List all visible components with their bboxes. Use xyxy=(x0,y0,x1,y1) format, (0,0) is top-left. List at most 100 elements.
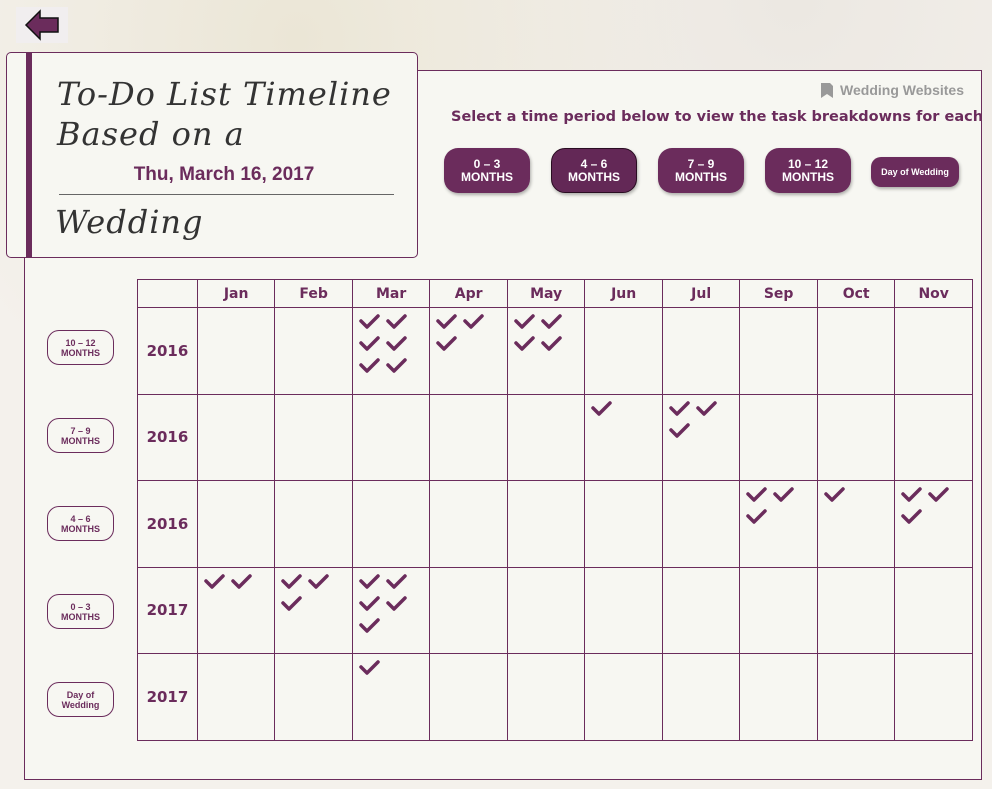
row-period-button-2[interactable]: 4 – 6 MONTHS xyxy=(47,506,114,541)
month-cell xyxy=(584,307,663,395)
row-label-line1: 0 – 3 xyxy=(70,601,91,612)
month-cell xyxy=(274,307,353,395)
row-label-line1: 4 – 6 xyxy=(70,513,91,524)
month-cell xyxy=(894,307,973,395)
row-period-button-1[interactable]: 7 – 9 MONTHS xyxy=(47,418,114,453)
checkmark-icon xyxy=(514,336,535,351)
month-cell xyxy=(816,480,896,568)
checkmark-icon xyxy=(669,400,690,416)
checkmark-icon xyxy=(901,509,923,524)
row-period-button-0[interactable]: 10 – 12 MONTHS xyxy=(47,330,114,365)
check-group xyxy=(436,314,492,352)
checkmark-icon xyxy=(359,336,380,351)
month-header: Apr xyxy=(429,279,508,308)
month-cell xyxy=(274,653,353,741)
checkmark-icon xyxy=(231,573,252,589)
month-cell xyxy=(894,393,973,481)
row-label-line1: 10 – 12 xyxy=(65,337,96,348)
accent-bar xyxy=(26,53,32,257)
month-cell xyxy=(894,653,973,741)
row-period-button-4[interactable]: Day of Wedding xyxy=(47,682,114,717)
check-group xyxy=(359,573,415,634)
wedding-date: Thu, March 16, 2017 xyxy=(133,164,315,185)
period-button-4[interactable]: Day of Wedding xyxy=(871,157,959,187)
period-button-1[interactable]: 4 – 6 MONTHS xyxy=(551,148,637,193)
month-cell xyxy=(816,566,896,654)
checkmark-icon xyxy=(359,617,380,633)
title-line-3: Wedding xyxy=(55,203,204,241)
checkmark-icon xyxy=(696,400,717,416)
month-header: Jun xyxy=(584,279,663,308)
month-cell xyxy=(584,566,663,654)
table-row: 2017 xyxy=(137,566,973,654)
checkmark-icon xyxy=(359,314,380,329)
checkmark-icon xyxy=(669,422,690,438)
checkmark-icon xyxy=(386,573,407,589)
month-cell xyxy=(274,566,353,654)
month-cell xyxy=(816,393,896,481)
month-cell xyxy=(274,480,353,568)
title-card: To-Do List Timeline Based on a Thu, Marc… xyxy=(6,52,418,258)
period-button-2[interactable]: 7 – 9 MONTHS xyxy=(658,148,744,193)
month-header: May xyxy=(506,279,586,308)
checkmark-icon xyxy=(386,595,407,611)
row-label-line2: Wedding xyxy=(61,699,100,710)
month-cell xyxy=(196,307,276,395)
bookmark-icon xyxy=(821,82,834,98)
period-button-line2: MONTHS xyxy=(782,169,834,184)
month-header: Feb xyxy=(274,279,353,308)
row-label-line2: MONTHS xyxy=(61,435,100,446)
month-cell xyxy=(661,653,741,741)
checkmark-icon xyxy=(746,487,768,502)
year-cell: 2017 xyxy=(137,566,198,654)
check-group xyxy=(359,660,415,676)
period-button-0[interactable]: 0 – 3 MONTHS xyxy=(444,148,530,193)
check-group xyxy=(901,487,957,525)
month-cell xyxy=(196,480,276,568)
month-cell xyxy=(196,566,276,654)
checkmark-icon xyxy=(386,314,407,329)
checkmark-icon xyxy=(308,573,330,589)
wedding-websites-label: Wedding Websites xyxy=(840,82,964,98)
period-button-3[interactable]: 10 – 12 MONTHS xyxy=(765,148,851,193)
title-line-1: To-Do List Timeline xyxy=(57,75,392,113)
checkmark-icon xyxy=(746,509,768,524)
corner-header xyxy=(137,279,198,308)
month-cell xyxy=(584,480,663,568)
divider xyxy=(59,194,394,195)
month-cell xyxy=(506,307,586,395)
month-header: Nov xyxy=(894,279,973,308)
checkmark-icon xyxy=(386,358,407,373)
checkmark-icon xyxy=(773,487,795,502)
check-group xyxy=(514,314,570,352)
period-button-line2: MONTHS xyxy=(675,169,727,184)
period-button-line1: 4 – 6 xyxy=(580,156,608,171)
month-cell xyxy=(661,480,741,568)
wedding-websites-link[interactable]: Wedding Websites xyxy=(820,82,964,98)
instruction-text: Select a time period below to view the t… xyxy=(451,109,984,125)
table-row: 2017 xyxy=(137,653,973,741)
month-cell xyxy=(429,480,508,568)
month-cell xyxy=(351,307,431,395)
row-period-button-3[interactable]: 0 – 3 MONTHS xyxy=(47,594,114,629)
month-cell xyxy=(429,307,508,395)
month-cell xyxy=(196,653,276,741)
arrow-left-icon xyxy=(24,9,59,41)
month-cell xyxy=(274,393,353,481)
title-line-2: Based on a xyxy=(57,115,245,153)
month-cell xyxy=(584,653,663,741)
month-cell xyxy=(739,480,818,568)
checkmark-icon xyxy=(359,595,380,611)
month-cell xyxy=(351,480,431,568)
checkmark-icon xyxy=(541,314,562,329)
checkmark-icon xyxy=(359,660,380,675)
timeline-table: Jan Feb Mar Apr May Jun Jul Sep Oct Nov 2016 2016 2… xyxy=(137,279,973,741)
month-cell xyxy=(506,480,586,568)
row-label-line2: MONTHS xyxy=(61,611,100,622)
month-cell xyxy=(196,393,276,481)
checkmark-icon xyxy=(359,573,380,589)
checkmark-icon xyxy=(359,358,380,373)
month-cell xyxy=(506,566,586,654)
back-button[interactable] xyxy=(16,7,68,43)
period-button-line1: Day of Wedding xyxy=(881,166,949,177)
